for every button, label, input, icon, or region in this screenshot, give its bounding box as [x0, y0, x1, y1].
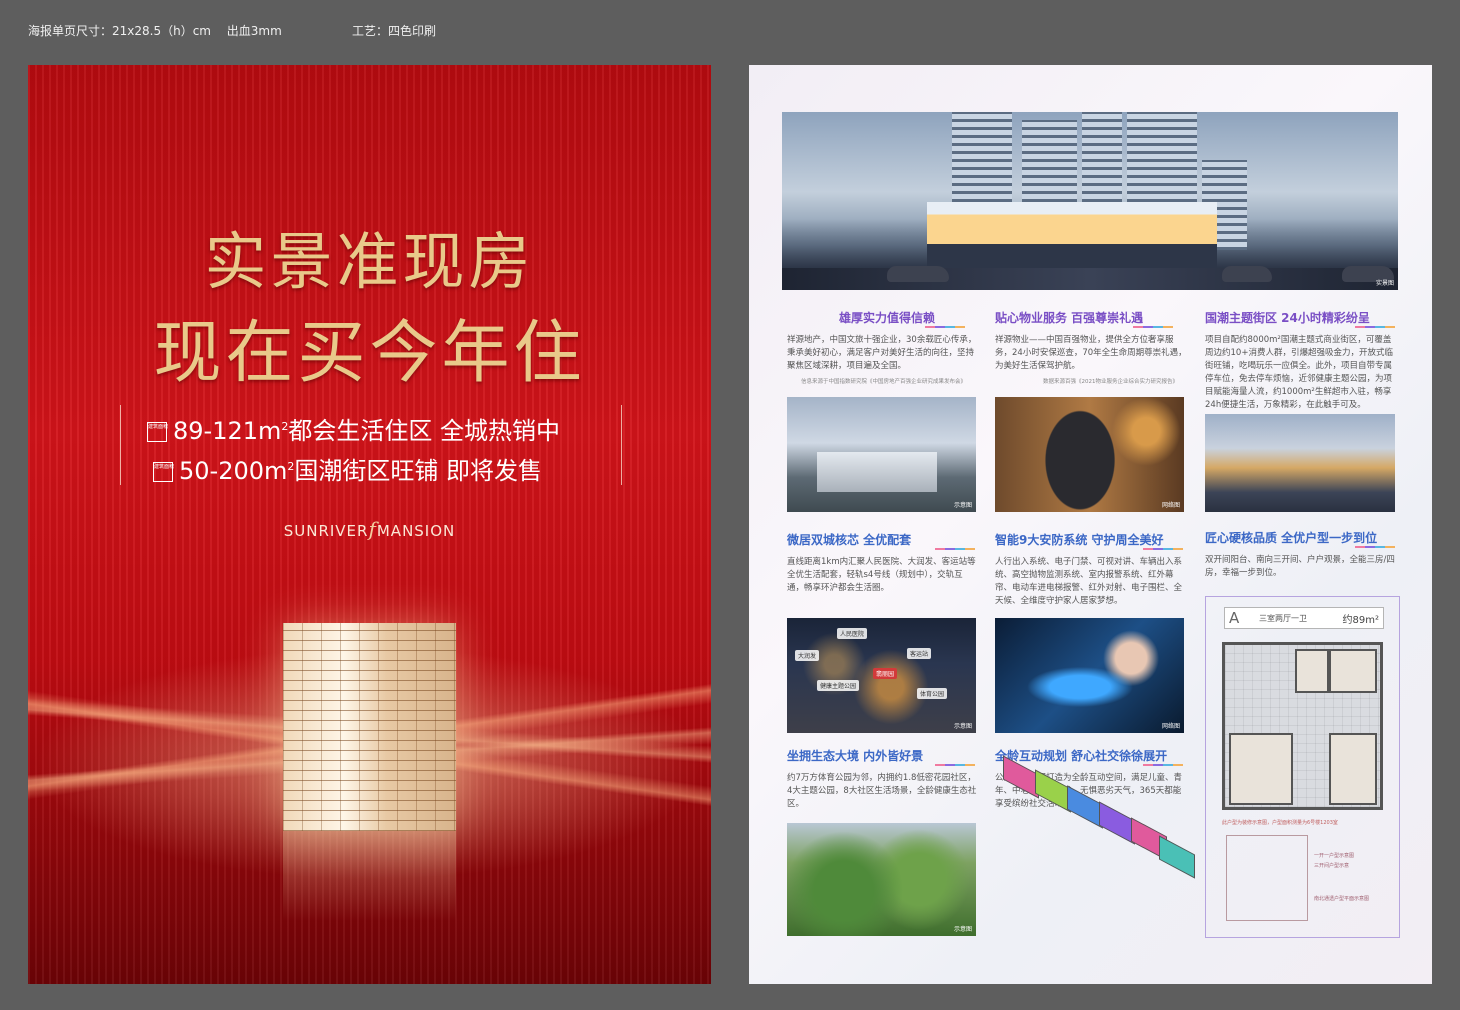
- headline-line2: 现在买今年住: [153, 314, 586, 393]
- tower-illustration: [283, 623, 456, 831]
- floorplan-area: 约89m²: [1342, 615, 1379, 626]
- room: [1329, 649, 1377, 693]
- col7-text: 约7万方体育公园为邻，内拥约1.8低密花园社区，4大主题公园，8大社区生活场景，…: [787, 773, 977, 809]
- floorplan-note: 此户型为装修示意图，户型面积测量为6号楼1203室: [1222, 820, 1338, 826]
- photo-street: [1205, 414, 1395, 512]
- room: [1329, 733, 1377, 805]
- road: [782, 268, 1398, 290]
- car: [887, 266, 949, 282]
- zone-block: [1003, 755, 1039, 799]
- col3-title: 国潮主题街区 24小时精彩纷呈: [1205, 311, 1370, 325]
- map-callout: 大润发: [795, 650, 820, 661]
- selling-point-shops: 建筑面积 50-200m2国潮街区旺铺 即将发售: [153, 457, 543, 485]
- floorplan-legend: 南北通透户型平面示意图: [1314, 896, 1370, 902]
- col7-title: 坐拥生态大境 内外皆好景: [787, 749, 924, 763]
- deco-line: [1133, 326, 1173, 328]
- photo-entrance: 示意图: [787, 397, 976, 512]
- col5-text: 人行出入系统、电子门禁、可视对讲、车辆出入系统、高空抛物监测系统、室内报警系统、…: [995, 557, 1183, 606]
- front-poster: 实景准现房 现在买今年住 建筑面积 89-121m2都会生活住区 全城热销中 建筑…: [28, 65, 711, 984]
- col4-title: 微居双城核芯 全优配套: [787, 533, 912, 547]
- deco-line: [935, 764, 975, 766]
- col1-text: 祥源地产，中国文旅十强企业，30余载匠心传承，秉承美好初心，满足客户对美好生活的…: [787, 335, 977, 371]
- photo-concierge: 网络图: [995, 397, 1184, 512]
- zone-block: [1099, 801, 1135, 845]
- floorplan-drawing: [1222, 642, 1383, 810]
- shopping-podium: [927, 202, 1217, 272]
- col2-text: 祥源物业——中国百强物业，提供全方位奢享服务，24小时安保巡查，70年全生命周期…: [995, 335, 1187, 371]
- col3-text: 项目自配约8000m²国潮主题式商业街区，可覆盖周边约10+消费人群，引爆超强吸…: [1205, 335, 1393, 410]
- deco-line: [1355, 546, 1395, 548]
- floorplan-legend: 三开间户型示意: [1314, 863, 1350, 869]
- col6-text: 双开间阳台、南向三开间、户户观景，全能三房/四房，幸福一步到位。: [1205, 555, 1395, 578]
- hero-photo: 实景图: [782, 112, 1398, 290]
- col2-title: 贴心物业服务 百强尊崇礼遇: [995, 311, 1144, 325]
- spec-size: 海报单页尺寸：21x28.5（h）cm 出血3mm: [28, 24, 282, 38]
- room: [1295, 649, 1329, 693]
- col6-title: 匠心硬核品质 全优户型一步到位: [1205, 531, 1378, 545]
- headline-line1: 实景准现房: [204, 225, 535, 298]
- col2-source: 数据来源百强《2021物业服务企业综合实力研究报告》: [1043, 379, 1178, 385]
- deco-line: [925, 326, 965, 328]
- photo-aerial-map: 人民医院 大润发 客运站 翡丽园 健康主题公园 体育公园 示意图: [787, 618, 976, 733]
- zone-block: [1159, 835, 1195, 879]
- spec-craft: 工艺：四色印刷: [352, 24, 437, 38]
- car: [1222, 266, 1272, 282]
- selling-point-residential: 建筑面积 89-121m2都会生活住区 全城热销中: [147, 417, 561, 445]
- brand-logo: SUNRIVERfMANSION: [283, 517, 456, 541]
- deco-line: [935, 548, 975, 550]
- col4-text: 直线距离1km内汇聚人民医院、大润发、客运站等全优生活配套，轻轨s4号线（规划中…: [787, 557, 976, 593]
- area-tag-icon: 建筑面积: [153, 462, 174, 482]
- map-callout-project: 翡丽园: [873, 668, 898, 679]
- floorplan-legend: 一开一户型示意图: [1314, 853, 1355, 859]
- floorplan-header: A 三室两厅一卫 约89m²: [1224, 607, 1384, 629]
- col5-title: 智能9大安防系统 守护周全美好: [995, 533, 1164, 547]
- photo-garden: 示意图: [787, 823, 976, 936]
- floorplan-card: A 三室两厅一卫 约89m² 此户型为装修示意图，户型面积测量为6号楼1203室…: [1205, 596, 1400, 938]
- map-callout: 客运站: [907, 648, 932, 659]
- col1-source: 信息来源于中国指数研究院《中国房地产百强企业研究成果发布会》: [801, 379, 967, 385]
- back-poster: 实景图 雄厚实力值得信赖 祥源地产，中国文旅十强企业，30余载匠心传承，秉承美好…: [749, 65, 1432, 984]
- zone-block: [1067, 785, 1103, 829]
- area-tag-icon: 建筑面积: [147, 422, 168, 442]
- tower-reflection: [283, 831, 456, 921]
- map-callout: 健康主题公园: [817, 680, 860, 691]
- col1-title: 雄厚实力值得信赖: [839, 311, 936, 325]
- map-callout: 体育公园: [917, 688, 948, 699]
- zone-block: [1035, 769, 1071, 813]
- floorplan-outline: [1226, 835, 1308, 921]
- activity-space-diagram: [999, 755, 1195, 897]
- floorplan-letter: A: [1229, 609, 1240, 627]
- photo-smart-security: 网络图: [995, 618, 1184, 733]
- deco-line: [1143, 548, 1183, 550]
- room: [1229, 733, 1293, 805]
- selling-points: 建筑面积 89-121m2都会生活住区 全城热销中 建筑面积 50-200m2国潮街…: [120, 405, 622, 485]
- hero-label: 实景图: [1375, 280, 1394, 287]
- deco-line: [1355, 326, 1395, 328]
- map-callout: 人民医院: [837, 628, 868, 639]
- floorplan-type: 三室两厅一卫: [1259, 614, 1307, 623]
